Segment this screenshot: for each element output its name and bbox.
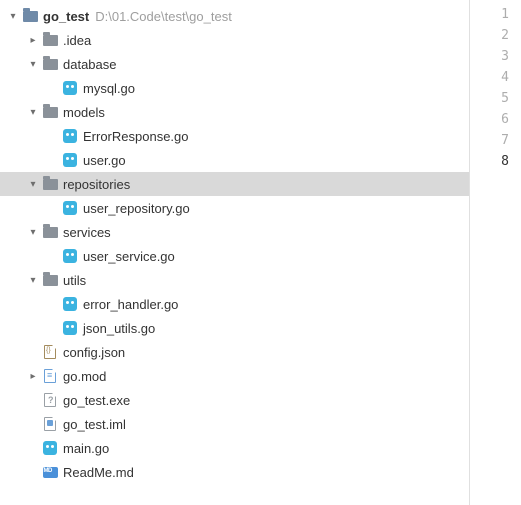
go-icon (62, 80, 78, 96)
go-icon (62, 128, 78, 144)
gutter-line-number[interactable]: 7 (470, 130, 509, 151)
tree-file[interactable]: ▸user_service.go (0, 244, 469, 268)
tree-file[interactable]: ▸user.go (0, 148, 469, 172)
json-icon (42, 344, 58, 360)
tree-item-label: go_test.exe (63, 393, 130, 408)
tree-file[interactable]: ▸ReadMe.md (0, 460, 469, 484)
chevron-down-icon[interactable]: ▾ (26, 57, 40, 71)
chevron-down-icon[interactable]: ▾ (26, 273, 40, 287)
go-icon (62, 152, 78, 168)
tree-file[interactable]: ▸user_repository.go (0, 196, 469, 220)
tree-item-label: user_repository.go (83, 201, 190, 216)
tree-item-label: ReadMe.md (63, 465, 134, 480)
tree-file[interactable]: ▸main.go (0, 436, 469, 460)
editor-gutter: 12345678 (469, 0, 521, 505)
folder-icon (42, 272, 58, 288)
project-path: D:\01.Code\test\go_test (95, 9, 232, 24)
gutter-line-number[interactable]: 4 (470, 67, 509, 88)
tree-item-label: services (63, 225, 111, 240)
tree-file[interactable]: ▸ go.mod (0, 364, 469, 388)
tree-item-label: main.go (63, 441, 109, 456)
folder-icon (42, 56, 58, 72)
folder-icon (42, 104, 58, 120)
iml-icon (42, 416, 58, 432)
tree-folder[interactable]: ▸ .idea (0, 28, 469, 52)
tree-folder[interactable]: ▾ go_test D:\01.Code\test\go_test (0, 4, 469, 28)
gutter-line-number[interactable]: 5 (470, 88, 509, 109)
tree-item-label: mysql.go (83, 81, 135, 96)
chevron-down-icon[interactable]: ▾ (26, 177, 40, 191)
go-icon (62, 296, 78, 312)
tree-item-label: models (63, 105, 105, 120)
go-icon (62, 320, 78, 336)
md-icon (42, 464, 58, 480)
tree-file[interactable]: ▸error_handler.go (0, 292, 469, 316)
gutter-line-number[interactable]: 6 (470, 109, 509, 130)
tree-item-label: json_utils.go (83, 321, 155, 336)
go-icon (62, 248, 78, 264)
tree-item-label: .idea (63, 33, 91, 48)
tree-file[interactable]: ▸go_test.exe (0, 388, 469, 412)
folder-icon (42, 176, 58, 192)
tree-folder[interactable]: ▾ services (0, 220, 469, 244)
gutter-line-number[interactable]: 3 (470, 46, 509, 67)
chevron-down-icon[interactable]: ▾ (26, 225, 40, 239)
tree-file[interactable]: ▸json_utils.go (0, 316, 469, 340)
tree-item-label: database (63, 57, 117, 72)
tree-item-label: config.json (63, 345, 125, 360)
tree-file[interactable]: ▸mysql.go (0, 76, 469, 100)
tree-item-label: user_service.go (83, 249, 175, 264)
gutter-line-number[interactable]: 8 (470, 151, 509, 172)
chevron-right-icon[interactable]: ▸ (26, 33, 40, 47)
tree-folder[interactable]: ▾ utils (0, 268, 469, 292)
tree-folder[interactable]: ▾ repositories (0, 172, 469, 196)
exe-icon (42, 392, 58, 408)
project-tree[interactable]: ▾ go_test D:\01.Code\test\go_test ▸ .idea ▾ da… (0, 0, 469, 505)
tree-file[interactable]: ▸config.json (0, 340, 469, 364)
folder-icon (42, 224, 58, 240)
tree-item-label: ErrorResponse.go (83, 129, 189, 144)
folder-icon (42, 32, 58, 48)
tree-folder[interactable]: ▾ models (0, 100, 469, 124)
tree-item-label: error_handler.go (83, 297, 178, 312)
tree-file[interactable]: ▸go_test.iml (0, 412, 469, 436)
tree-item-label: utils (63, 273, 86, 288)
gutter-line-number[interactable]: 1 (470, 4, 509, 25)
go-icon (42, 440, 58, 456)
chevron-right-icon[interactable]: ▸ (26, 369, 40, 383)
mod-icon (42, 368, 58, 384)
chevron-down-icon[interactable]: ▾ (6, 9, 20, 23)
tree-item-label: go_test.iml (63, 417, 126, 432)
tree-item-label: go_test (43, 9, 89, 24)
go-icon (62, 200, 78, 216)
tree-item-label: go.mod (63, 369, 106, 384)
folder-root-icon (22, 8, 38, 24)
chevron-down-icon[interactable]: ▾ (26, 105, 40, 119)
tree-folder[interactable]: ▾ database (0, 52, 469, 76)
tree-file[interactable]: ▸ErrorResponse.go (0, 124, 469, 148)
tree-item-label: user.go (83, 153, 126, 168)
tree-item-label: repositories (63, 177, 130, 192)
gutter-line-number[interactable]: 2 (470, 25, 509, 46)
